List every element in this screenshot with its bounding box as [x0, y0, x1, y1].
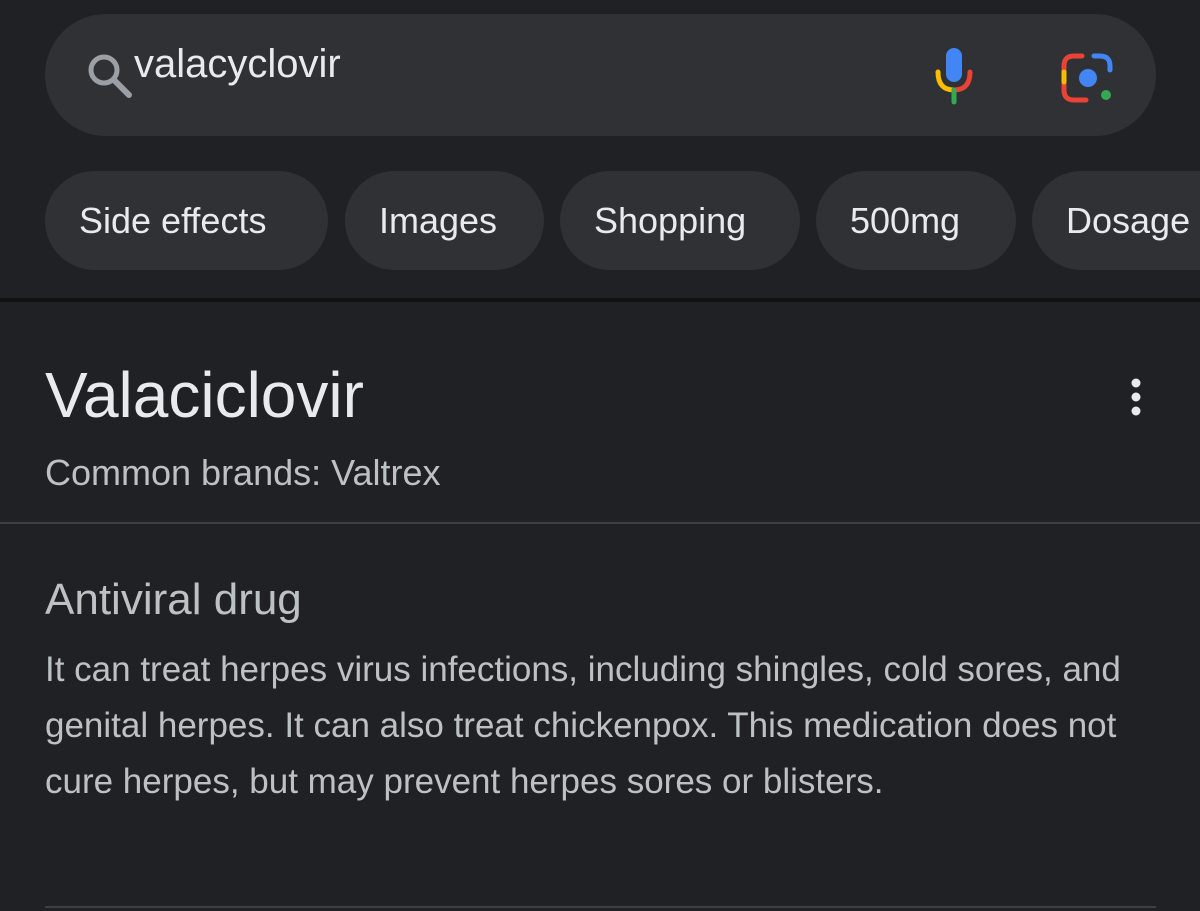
search-icon[interactable]: [84, 50, 138, 104]
card-divider: [0, 522, 1200, 524]
more-vert-icon[interactable]: [1118, 378, 1154, 418]
search-results-page: Side effects Images Shopping 500mg Dosag…: [0, 0, 1200, 911]
section-divider: [0, 298, 1200, 302]
drug-description: It can treat herpes virus infections, in…: [45, 650, 1121, 801]
microphone-icon[interactable]: [929, 46, 979, 106]
drug-title: Valaciclovir: [45, 359, 364, 431]
filter-chips: Side effects Images Shopping 500mg Dosag…: [45, 171, 1200, 271]
search-input[interactable]: [134, 36, 834, 92]
chip-images[interactable]: Images: [345, 171, 544, 270]
chip-dosage[interactable]: Dosage: [1032, 171, 1200, 270]
chip-side-effects[interactable]: Side effects: [45, 171, 328, 270]
chip-shopping[interactable]: Shopping: [560, 171, 800, 270]
bottom-divider: [45, 906, 1156, 908]
google-lens-icon[interactable]: [1060, 52, 1116, 104]
common-brands: Common brands: Valtrex: [45, 452, 441, 493]
chip-500mg[interactable]: 500mg: [816, 171, 1016, 270]
drug-class-heading: Antiviral drug: [45, 575, 302, 624]
